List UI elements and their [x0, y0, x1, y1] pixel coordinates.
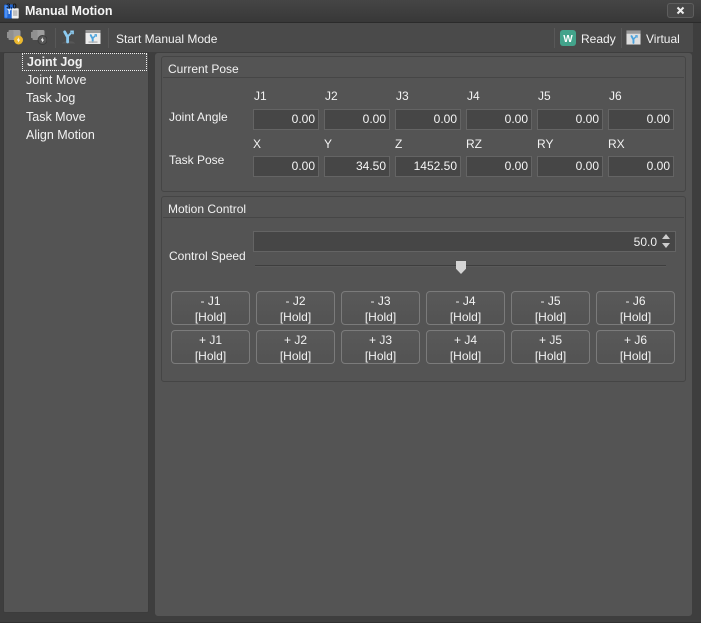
svg-text:W: W [563, 34, 573, 45]
svg-text:3.0: 3.0 [6, 2, 16, 11]
